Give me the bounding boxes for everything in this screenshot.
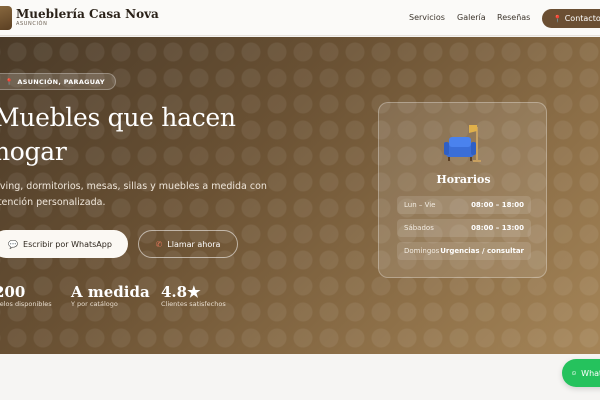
stat-value-custom: A medida (71, 283, 150, 301)
whatsapp-button[interactable]: 💬 Escribir por WhatsApp (0, 230, 128, 258)
hours-row: Lun – Vie 08:00 – 18:00 (397, 196, 531, 214)
stat-label-custom: Y por catálogo (71, 300, 118, 308)
hero-section: 📍 ASUNCIÓN, PARAGUAY Muebles que hacen h… (0, 37, 600, 354)
whatsapp-icon (572, 371, 577, 375)
sofa-lamp-icon (444, 125, 481, 162)
site-header: Mueblería Casa Nova ASUNCIÓN Servicios G… (0, 0, 600, 36)
hero-title-line-2: hogar (0, 137, 67, 166)
hours-row: Domingos Urgencias / consultar (397, 242, 531, 260)
stat-value-rating: 4.8★ (161, 283, 201, 301)
nav-link-galeria[interactable]: Galería (457, 13, 486, 22)
stat-value-models: 200 (0, 283, 26, 301)
call-button[interactable]: ✆ Llamar ahora (138, 230, 238, 258)
contact-button[interactable]: 📍 Contacto (542, 9, 600, 28)
chat-bubble-icon: 💬 (8, 239, 19, 249)
brand-subtitle: ASUNCIÓN (16, 21, 48, 27)
nav-link-servicios[interactable]: Servicios (409, 13, 445, 22)
floating-whatsapp-button[interactable]: WhatsApp (562, 359, 600, 387)
hours-time: Urgencias / consultar (440, 247, 524, 255)
hours-day: Sábados (404, 224, 434, 232)
hours-card: Horarios Lun – Vie 08:00 – 18:00 Sábados… (378, 102, 547, 278)
floating-whatsapp-label: WhatsApp (581, 368, 600, 378)
hours-title: Horarios (436, 173, 491, 186)
stat-label-rating: Clientes satisfechos (161, 300, 226, 308)
phone-icon: ✆ (155, 239, 163, 249)
stat-label-models: Modelos disponibles (0, 300, 52, 308)
hours-time: 08:00 – 18:00 (471, 201, 524, 209)
contact-button-label: Contacto (564, 14, 600, 23)
pin-icon: 📍 (5, 77, 14, 86)
hours-day: Domingos (404, 247, 440, 255)
location-badge: 📍 ASUNCIÓN, PARAGUAY (0, 73, 116, 90)
hours-time: 08:00 – 13:00 (471, 224, 524, 232)
nav-link-resenas[interactable]: Reseñas (497, 13, 530, 22)
whatsapp-button-label: Escribir por WhatsApp (23, 239, 112, 249)
hours-day: Lun – Vie (404, 201, 436, 209)
pin-icon: 📍 (553, 14, 562, 23)
location-label: ASUNCIÓN, PARAGUAY (17, 77, 105, 86)
call-button-label: Llamar ahora (167, 239, 221, 249)
logo-icon[interactable] (0, 6, 12, 30)
brand-name[interactable]: Mueblería Casa Nova (16, 7, 159, 21)
hero-title-line-1: Muebles que hacen (0, 103, 236, 132)
hours-row: Sábados 08:00 – 13:00 (397, 219, 531, 237)
hero-subtitle-line-1: Living, dormitorios, mesas, sillas y mue… (0, 181, 267, 192)
next-section (0, 354, 600, 400)
hero-subtitle-line-2: atención personalizada. (0, 197, 106, 208)
